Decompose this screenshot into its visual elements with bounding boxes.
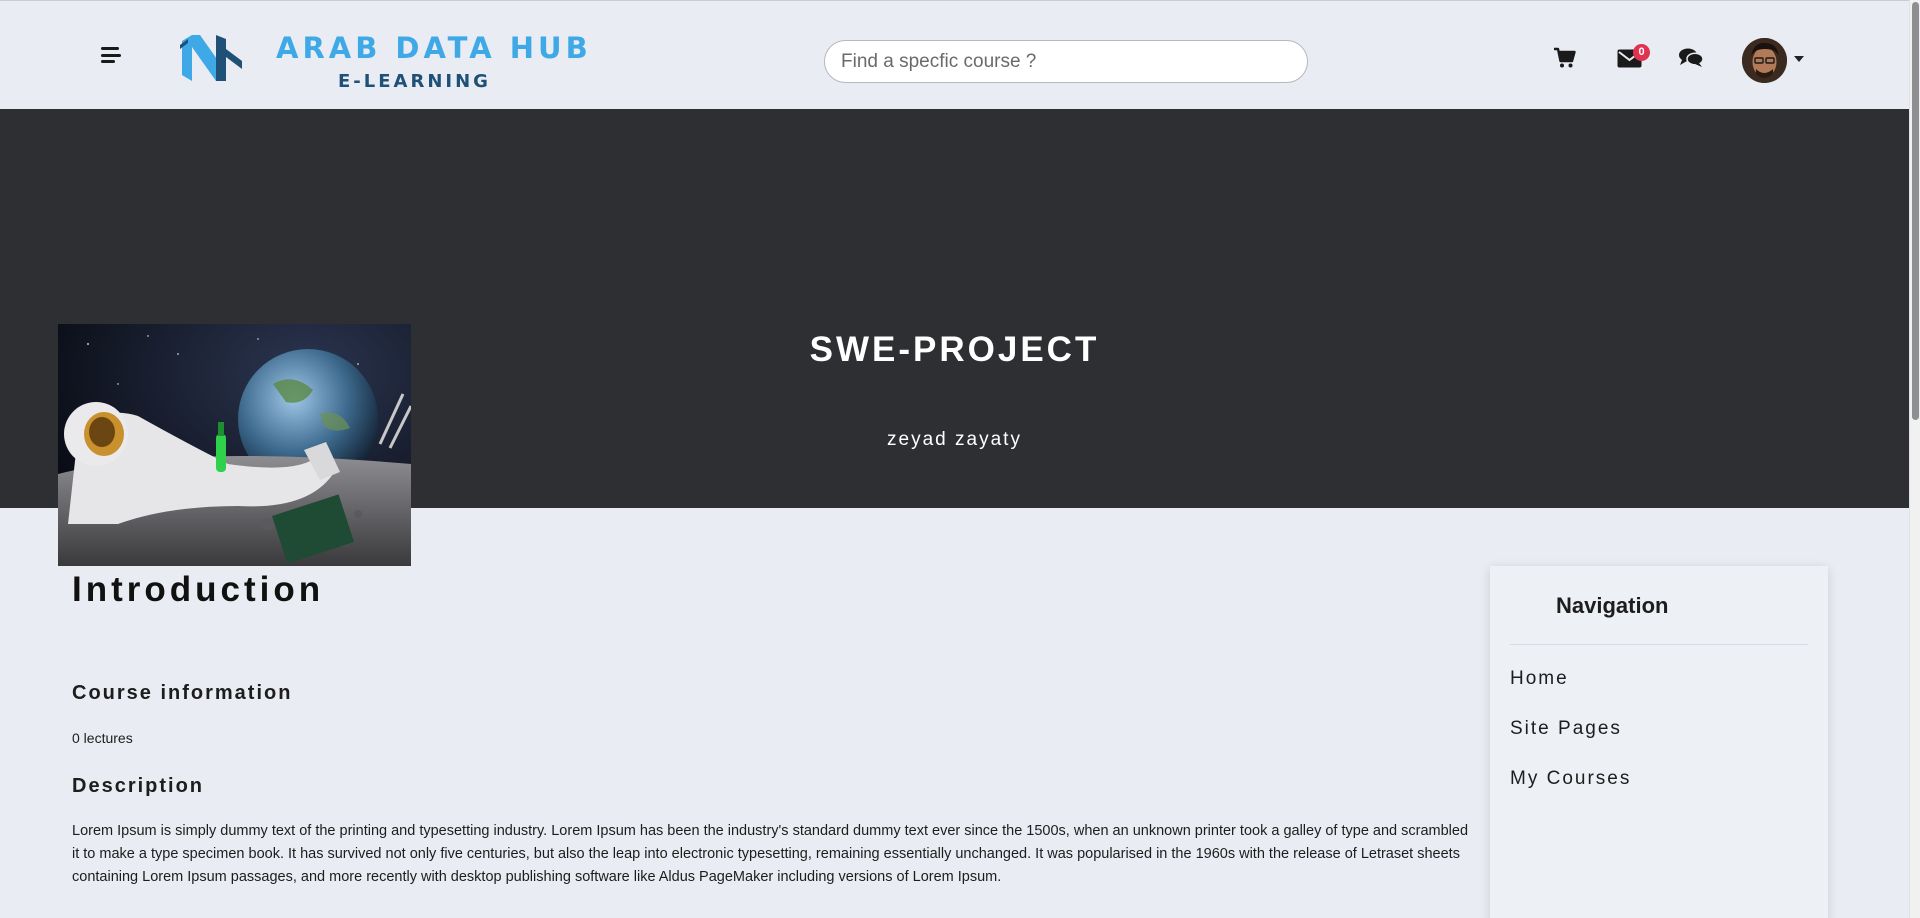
navigation-divider bbox=[1510, 644, 1808, 645]
chat-bubbles-icon[interactable] bbox=[1678, 47, 1704, 74]
description-heading: Description bbox=[72, 775, 205, 797]
course-thumbnail-image bbox=[58, 324, 411, 566]
navigation-panel: Navigation Home Site Pages My Courses bbox=[1490, 566, 1828, 918]
logo-title: ARAB DATA HUB bbox=[276, 31, 592, 65]
user-avatar[interactable] bbox=[1742, 38, 1787, 83]
logo-subtitle: E-LEARNING bbox=[338, 71, 491, 92]
top-navbar: ARAB DATA HUB E-LEARNING 0 bbox=[0, 0, 1909, 109]
nav-link-home[interactable]: Home bbox=[1510, 668, 1569, 690]
introduction-heading: Introduction bbox=[72, 570, 325, 609]
cart-icon[interactable] bbox=[1553, 47, 1577, 74]
nav-link-site-pages[interactable]: Site Pages bbox=[1510, 718, 1622, 740]
navigation-title: Navigation bbox=[1556, 593, 1669, 618]
course-information-heading: Course information bbox=[72, 682, 293, 704]
course-search-input[interactable] bbox=[824, 40, 1308, 83]
logo-mark-icon bbox=[180, 35, 242, 81]
scrollbar-thumb[interactable] bbox=[1912, 2, 1919, 420]
nav-link-my-courses[interactable]: My Courses bbox=[1510, 768, 1631, 790]
caret-down-icon[interactable] bbox=[1794, 56, 1804, 62]
page-scrollbar[interactable] bbox=[1909, 0, 1920, 918]
site-logo[interactable]: ARAB DATA HUB E-LEARNING bbox=[178, 29, 588, 92]
hamburger-menu-icon[interactable] bbox=[99, 45, 125, 65]
lectures-count: 0 lectures bbox=[72, 730, 133, 746]
messages-count-badge: 0 bbox=[1633, 44, 1650, 61]
course-description: Lorem Ipsum is simply dummy text of the … bbox=[72, 823, 1469, 885]
